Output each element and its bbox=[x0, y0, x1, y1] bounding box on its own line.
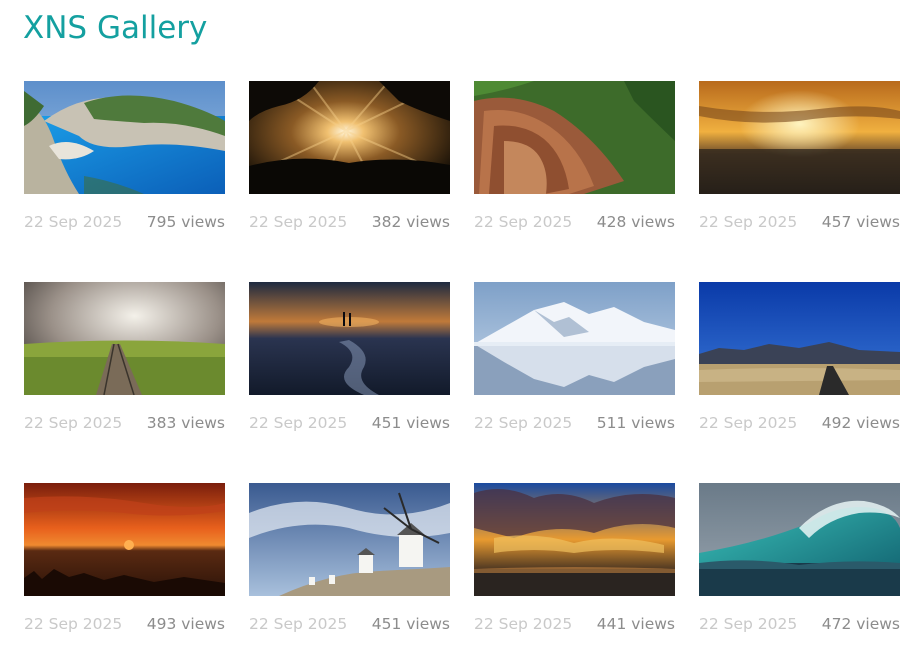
couple-beach-image bbox=[249, 282, 450, 395]
card-views: 493 views bbox=[146, 615, 225, 633]
gallery-card[interactable]: 22 Sep 2025 493 views bbox=[24, 483, 225, 643]
card-date: 22 Sep 2025 bbox=[474, 615, 573, 633]
gallery-card[interactable]: 22 Sep 2025 492 views bbox=[699, 282, 900, 442]
gallery-thumbnail[interactable] bbox=[24, 81, 225, 194]
card-views: 382 views bbox=[371, 213, 450, 231]
snowy-mountain-image bbox=[474, 282, 675, 395]
gallery-thumbnail[interactable] bbox=[699, 81, 900, 194]
desert-road-image bbox=[699, 282, 900, 395]
card-views: 441 views bbox=[596, 615, 675, 633]
card-date: 22 Sep 2025 bbox=[249, 414, 348, 432]
card-views: 451 views bbox=[371, 414, 450, 432]
gallery-thumbnail[interactable] bbox=[474, 483, 675, 596]
card-date: 22 Sep 2025 bbox=[249, 213, 348, 231]
card-views: 511 views bbox=[596, 414, 675, 432]
gallery-card[interactable]: 22 Sep 2025 457 views bbox=[699, 81, 900, 241]
gallery-thumbnail[interactable] bbox=[699, 282, 900, 395]
gallery-card[interactable]: 22 Sep 2025 472 views bbox=[699, 483, 900, 643]
gallery-card[interactable]: 22 Sep 2025 451 views bbox=[249, 282, 450, 442]
gallery-thumbnail[interactable] bbox=[474, 282, 675, 395]
gallery-card[interactable]: 22 Sep 2025 382 views bbox=[249, 81, 450, 241]
gallery-card[interactable]: 22 Sep 2025 428 views bbox=[474, 81, 675, 241]
card-views: 383 views bbox=[146, 414, 225, 432]
card-date: 22 Sep 2025 bbox=[24, 615, 123, 633]
dramatic-clouds-image bbox=[474, 483, 675, 596]
card-views: 492 views bbox=[821, 414, 900, 432]
gallery-thumbnail[interactable] bbox=[249, 282, 450, 395]
card-date: 22 Sep 2025 bbox=[24, 213, 123, 231]
gallery-thumbnail[interactable] bbox=[699, 483, 900, 596]
card-date: 22 Sep 2025 bbox=[474, 213, 573, 231]
railway-image bbox=[24, 282, 225, 395]
golden-sunset-image bbox=[699, 81, 900, 194]
card-date: 22 Sep 2025 bbox=[24, 414, 123, 432]
page-title: XNS Gallery bbox=[23, 10, 208, 46]
card-date: 22 Sep 2025 bbox=[699, 615, 798, 633]
windmills-image bbox=[249, 483, 450, 596]
card-views: 795 views bbox=[146, 213, 225, 231]
ocean-wave-image bbox=[699, 483, 900, 596]
orange-sunset-image bbox=[24, 483, 225, 596]
card-date: 22 Sep 2025 bbox=[249, 615, 348, 633]
navagio-beach-image bbox=[24, 81, 225, 194]
card-views: 472 views bbox=[821, 615, 900, 633]
card-views: 428 views bbox=[596, 213, 675, 231]
gallery-thumbnail[interactable] bbox=[249, 81, 450, 194]
card-date: 22 Sep 2025 bbox=[699, 213, 798, 231]
terraced-fields-image bbox=[474, 81, 675, 194]
card-views: 457 views bbox=[821, 213, 900, 231]
gallery-card[interactable]: 22 Sep 2025 383 views bbox=[24, 282, 225, 442]
gallery-card[interactable]: 22 Sep 2025 511 views bbox=[474, 282, 675, 442]
card-date: 22 Sep 2025 bbox=[699, 414, 798, 432]
card-date: 22 Sep 2025 bbox=[474, 414, 573, 432]
card-views: 451 views bbox=[371, 615, 450, 633]
sunburst-image bbox=[249, 81, 450, 194]
gallery-thumbnail[interactable] bbox=[474, 81, 675, 194]
gallery-card[interactable]: 22 Sep 2025 441 views bbox=[474, 483, 675, 643]
gallery-thumbnail[interactable] bbox=[249, 483, 450, 596]
gallery-card[interactable]: 22 Sep 2025 795 views bbox=[24, 81, 225, 241]
gallery-thumbnail[interactable] bbox=[24, 483, 225, 596]
gallery-card[interactable]: 22 Sep 2025 451 views bbox=[249, 483, 450, 643]
gallery-thumbnail[interactable] bbox=[24, 282, 225, 395]
